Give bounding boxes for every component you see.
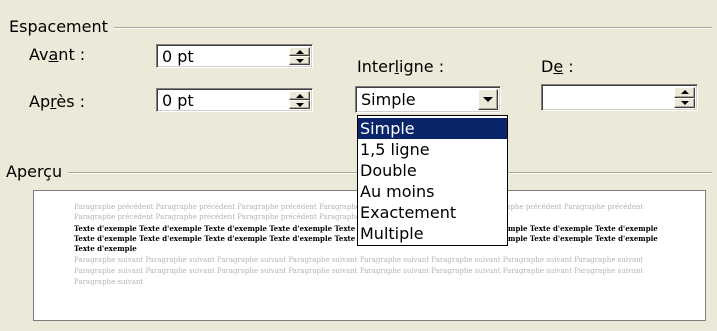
preview-line: Paragraphe suivant Paragraphe suivant Pa… [74,256,644,264]
dropdown-arrow-icon [483,97,493,102]
spacing-group-title: Espacement [9,18,114,36]
line-spacing-option[interactable]: Double [358,160,507,181]
after-spin-up-button[interactable] [289,91,310,100]
spacing-group-rule [12,27,712,29]
before-value[interactable]: 0 pt [162,48,194,66]
line-spacing-label: Interligne : [357,57,445,76]
before-spin-buttons [289,47,310,65]
preview-line: Paragraphe suivant [74,278,144,286]
spin-up-icon [295,49,304,54]
after-spin-buttons [289,91,310,109]
line-spacing-option[interactable]: Multiple [358,223,507,244]
line-spacing-select[interactable]: Simple [355,86,501,113]
before-spin-down-button[interactable] [289,56,310,65]
after-spinbox[interactable]: 0 pt [156,88,313,112]
line-spacing-dropdown-list: Simple 1,5 ligne Double Au moins Exactem… [357,115,508,246]
at-spinbox[interactable] [541,84,698,111]
after-label: Après : [29,92,85,111]
before-spin-up-button[interactable] [289,47,310,56]
preview-line: Texte d'exemple [74,244,137,253]
line-spacing-dropdown-button[interactable] [478,89,498,110]
before-label: Avant : [29,45,86,64]
line-spacing-option[interactable]: 1,5 ligne [358,139,507,160]
spin-down-icon [295,102,304,107]
after-spin-down-button[interactable] [289,100,310,109]
spin-down-icon [295,58,304,63]
spin-up-icon [680,90,689,95]
at-spin-down-button[interactable] [674,97,695,108]
line-spacing-value: Simple [361,90,416,109]
line-spacing-option[interactable]: Exactement [358,202,507,223]
preview-line: Paragraphe suivant Paragraphe suivant Pa… [74,267,644,275]
spin-up-icon [295,93,304,98]
at-spin-buttons [674,87,695,108]
spin-down-icon [680,100,689,105]
line-spacing-option[interactable]: Simple [358,118,507,139]
before-spinbox[interactable]: 0 pt [156,44,313,68]
line-spacing-option[interactable]: Au moins [358,181,507,202]
after-value[interactable]: 0 pt [162,92,194,110]
at-label: De : [541,57,574,76]
preview-group-title: Aperçu [6,163,69,181]
at-spin-up-button[interactable] [674,87,695,98]
